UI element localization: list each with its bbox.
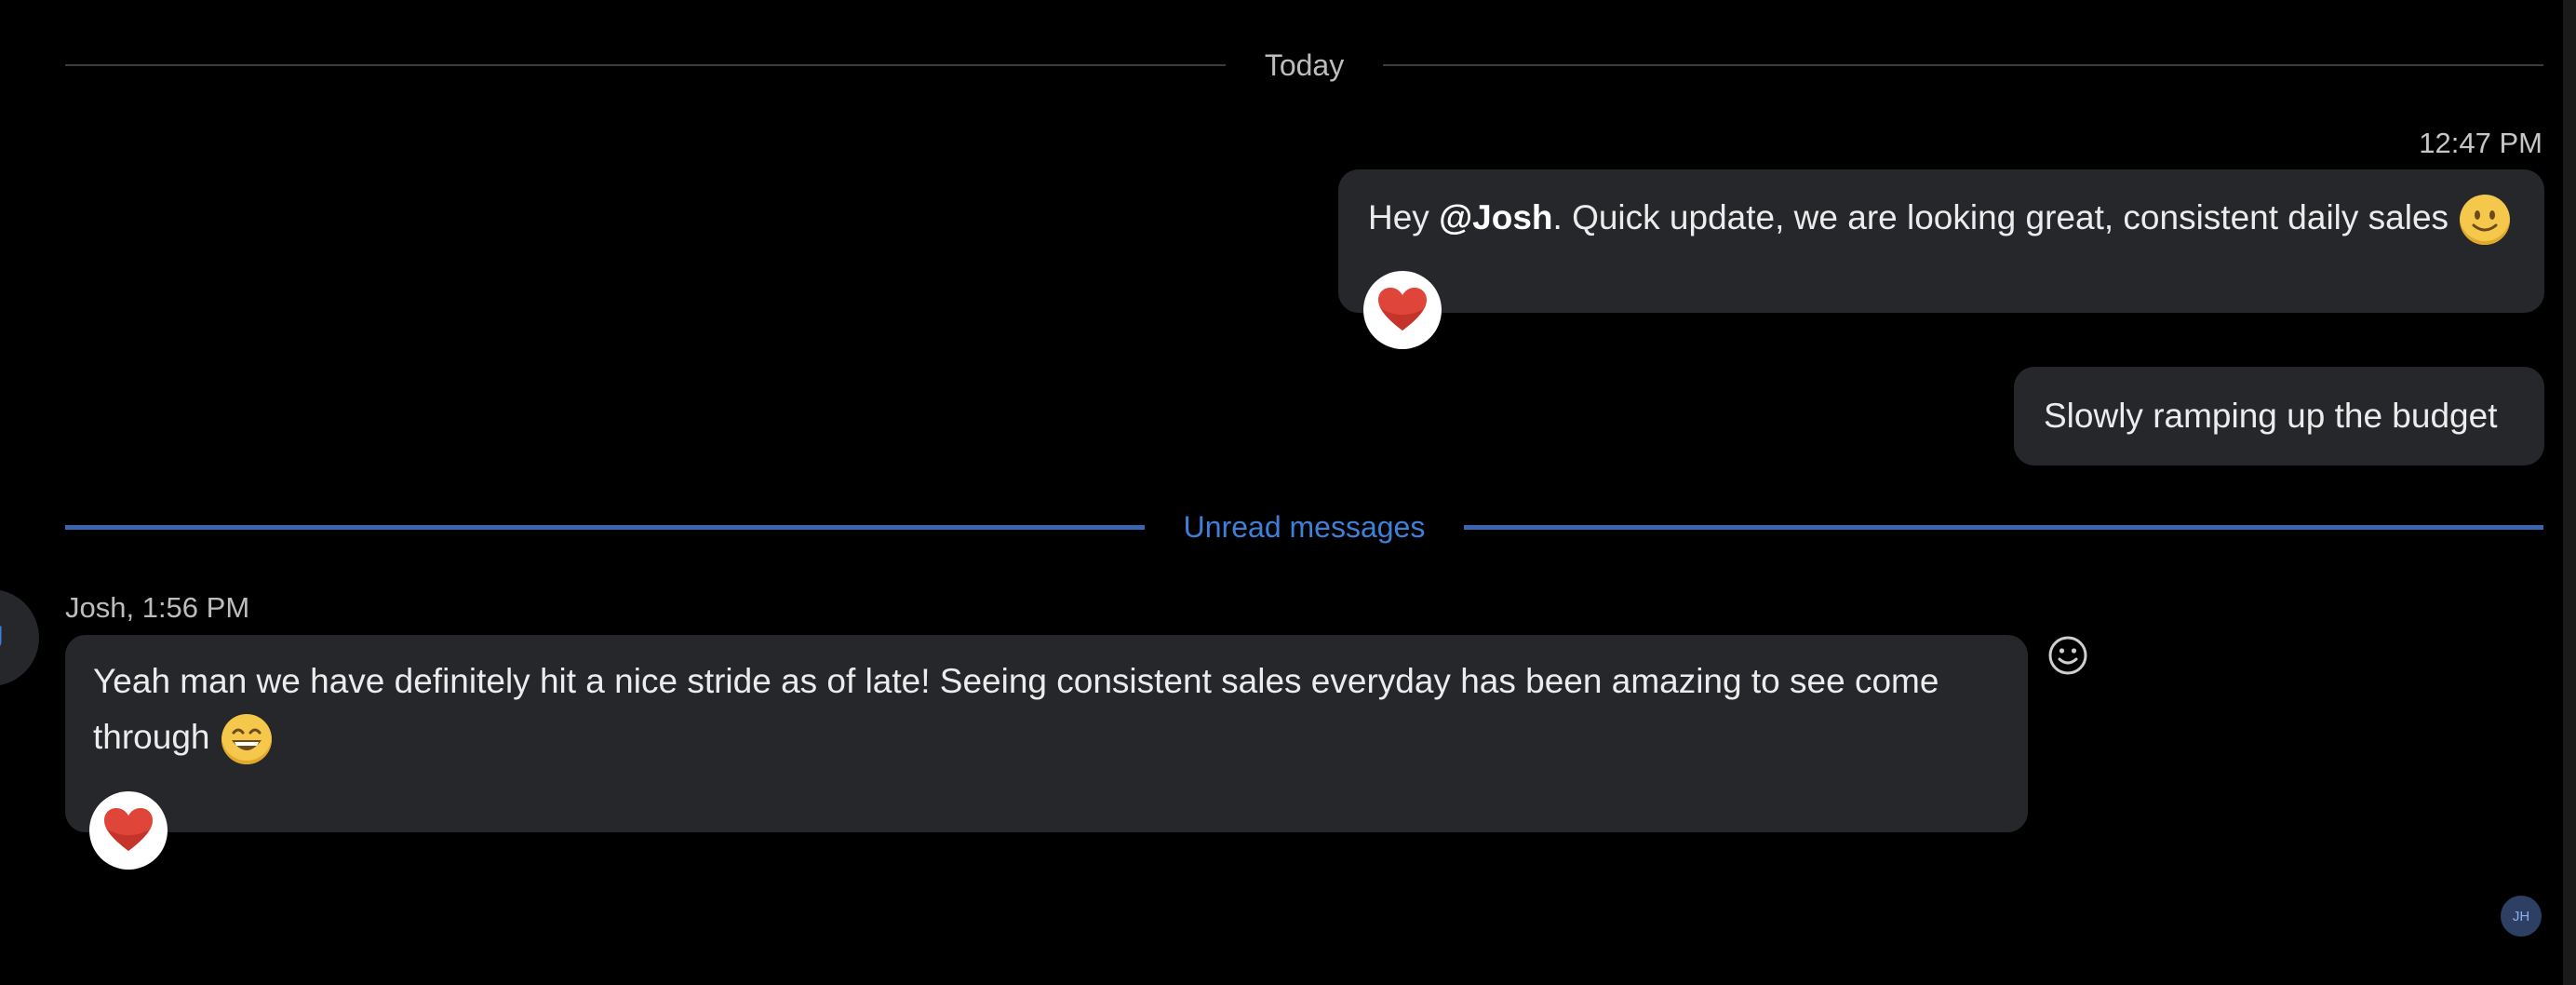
sender-name-time: Josh, 1:56 PM xyxy=(65,591,250,624)
heart-icon xyxy=(1378,288,1427,331)
unread-divider: Unread messages xyxy=(65,505,2543,549)
slightly-smiling-face-icon xyxy=(2460,195,2511,246)
heart-reaction[interactable] xyxy=(89,791,168,870)
heart-reaction[interactable] xyxy=(1363,271,1442,349)
unread-divider-label: Unread messages xyxy=(1183,509,1426,544)
outgoing-message-bubble[interactable]: Hey @Josh. Quick update, we are looking … xyxy=(1338,169,2544,313)
scrollbar[interactable] xyxy=(2563,0,2576,985)
message-text: Yeah man we have definitely hit a nice s… xyxy=(93,662,1939,756)
sender-avatar[interactable]: J xyxy=(0,589,39,686)
date-divider-label: Today xyxy=(1264,47,1345,82)
message-text: Slowly ramping up the budget xyxy=(2044,397,2498,435)
divider-line-left xyxy=(65,524,1145,530)
message-text-prefix: Hey xyxy=(1368,198,1440,236)
divider-line-right xyxy=(1464,524,2543,530)
smiley-outline-icon xyxy=(2048,636,2087,675)
date-divider: Today xyxy=(65,43,2544,88)
divider-line-left xyxy=(65,64,1226,66)
message-timestamp: 12:47 PM xyxy=(2419,127,2542,159)
chat-view: Today 12:47 PM Hey @Josh. Quick update, … xyxy=(0,0,2576,985)
message-text: . Quick update, we are looking great, co… xyxy=(1552,198,2449,236)
outgoing-message-bubble[interactable]: Slowly ramping up the budget xyxy=(2014,367,2544,466)
read-receipt-avatar: JH xyxy=(2501,896,2542,937)
add-reaction-button[interactable] xyxy=(2047,635,2088,676)
grinning-face-icon xyxy=(221,714,272,765)
divider-line-right xyxy=(1383,64,2544,66)
heart-icon xyxy=(104,808,153,851)
incoming-message-bubble[interactable]: Yeah man we have definitely hit a nice s… xyxy=(65,635,2028,832)
mention-josh[interactable]: @Josh xyxy=(1439,198,1552,236)
